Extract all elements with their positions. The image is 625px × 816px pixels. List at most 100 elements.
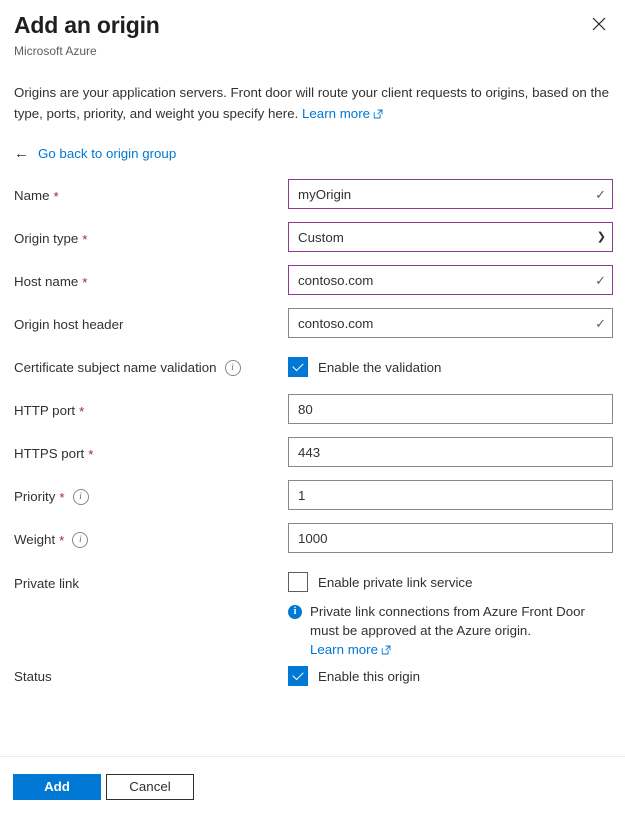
status-checkbox[interactable] — [288, 666, 308, 686]
required-asterisk: * — [79, 405, 84, 418]
info-icon[interactable]: i — [225, 360, 241, 376]
page-title: Add an origin — [14, 10, 611, 40]
required-asterisk: * — [88, 448, 93, 461]
form-row-https-port: HTTPS port * 443 — [14, 437, 611, 480]
label-name: Name * — [14, 179, 288, 204]
form-row-http-port: HTTP port * 80 — [14, 394, 611, 437]
label-origin-host-header: Origin host header — [14, 308, 288, 333]
field-https-port: 443 — [288, 437, 613, 467]
required-asterisk: * — [82, 276, 87, 289]
label-host-name-text: Host name — [14, 273, 78, 290]
field-origin-host-header: contoso.com ✓ — [288, 308, 613, 338]
private-link-note-body: Private link connections from Azure Fron… — [310, 602, 611, 660]
add-button[interactable]: Add — [13, 774, 101, 800]
private-link-checkbox-row[interactable]: Enable private link service — [288, 566, 611, 592]
origin-type-value: Custom — [298, 230, 591, 245]
info-filled-icon: i — [288, 605, 302, 619]
private-link-note-text: Private link connections from Azure Fron… — [310, 604, 585, 638]
required-asterisk: * — [53, 190, 58, 203]
external-link-icon — [381, 641, 391, 660]
name-input-value: myOrigin — [298, 187, 589, 202]
host-name-input[interactable]: contoso.com ✓ — [288, 265, 613, 295]
origin-type-select[interactable]: Custom ❯ — [288, 222, 613, 252]
info-icon[interactable]: i — [73, 489, 89, 505]
origin-form: Name * myOrigin ✓ Origin type * Custom ❯… — [0, 163, 625, 703]
priority-input-value: 1 — [298, 488, 606, 503]
form-row-cert-validation: Certificate subject name validation i En… — [14, 351, 611, 394]
label-name-text: Name — [14, 187, 49, 204]
label-origin-host-header-text: Origin host header — [14, 316, 123, 333]
origin-host-header-input[interactable]: contoso.com ✓ — [288, 308, 613, 338]
panel-description: Origins are your application servers. Fr… — [0, 60, 625, 125]
form-row-weight: Weight * i 1000 — [14, 523, 611, 566]
panel-footer: Add Cancel — [0, 756, 625, 816]
chevron-down-icon: ❯ — [591, 232, 606, 243]
form-row-origin-type: Origin type * Custom ❯ — [14, 222, 611, 265]
required-asterisk: * — [82, 233, 87, 246]
cancel-button[interactable]: Cancel — [106, 774, 194, 800]
form-row-origin-host-header: Origin host header contoso.com ✓ — [14, 308, 611, 351]
cert-validation-checkbox[interactable] — [288, 357, 308, 377]
checkmark-icon: ✓ — [589, 317, 606, 330]
external-link-icon — [373, 104, 383, 125]
weight-input[interactable]: 1000 — [288, 523, 613, 553]
required-asterisk: * — [59, 534, 64, 547]
http-port-input[interactable]: 80 — [288, 394, 613, 424]
label-origin-type: Origin type * — [14, 222, 288, 247]
label-http-port: HTTP port * — [14, 394, 288, 419]
https-port-input-value: 443 — [298, 445, 606, 460]
http-port-input-value: 80 — [298, 402, 606, 417]
close-button[interactable] — [583, 8, 615, 40]
label-private-link: Private link — [14, 566, 288, 592]
label-priority-text: Priority — [14, 488, 55, 505]
label-status-text: Status — [14, 668, 52, 685]
label-http-port-text: HTTP port — [14, 402, 75, 419]
form-row-host-name: Host name * contoso.com ✓ — [14, 265, 611, 308]
field-name: myOrigin ✓ — [288, 179, 613, 209]
learn-more-link[interactable]: Learn more — [302, 106, 383, 121]
https-port-input[interactable]: 443 — [288, 437, 613, 467]
form-row-name: Name * myOrigin ✓ — [14, 179, 611, 222]
private-link-learn-more-link[interactable]: Learn more — [310, 642, 391, 657]
info-icon[interactable]: i — [72, 532, 88, 548]
label-cert-validation-text: Certificate subject name validation — [14, 359, 217, 376]
status-checkbox-label[interactable]: Enable this origin — [318, 669, 420, 684]
checkmark-icon: ✓ — [589, 188, 606, 201]
back-link-label: Go back to origin group — [38, 146, 176, 161]
cert-validation-checkbox-label[interactable]: Enable the validation — [318, 360, 441, 375]
host-name-input-value: contoso.com — [298, 273, 589, 288]
label-origin-type-text: Origin type — [14, 230, 78, 247]
field-origin-type: Custom ❯ — [288, 222, 613, 252]
priority-input[interactable]: 1 — [288, 480, 613, 510]
weight-input-value: 1000 — [298, 531, 606, 546]
checkmark-icon: ✓ — [589, 274, 606, 287]
form-row-priority: Priority * i 1 — [14, 480, 611, 523]
field-private-link: Enable private link service i Private li… — [288, 566, 611, 660]
arrow-left-icon: ← — [14, 146, 29, 161]
form-row-private-link: Private link Enable private link service… — [14, 566, 611, 660]
name-input[interactable]: myOrigin ✓ — [288, 179, 613, 209]
required-asterisk: * — [59, 491, 64, 504]
private-link-checkbox[interactable] — [288, 572, 308, 592]
panel-header: Add an origin Microsoft Azure — [0, 0, 625, 60]
label-status: Status — [14, 660, 288, 685]
panel-subtitle: Microsoft Azure — [14, 42, 611, 60]
field-cert-validation: Enable the validation — [288, 351, 611, 377]
field-priority: 1 — [288, 480, 613, 510]
private-link-checkbox-label[interactable]: Enable private link service — [318, 575, 472, 590]
label-host-name: Host name * — [14, 265, 288, 290]
close-icon — [592, 17, 606, 31]
go-back-to-origin-group-link[interactable]: ← Go back to origin group — [14, 146, 176, 161]
origin-host-header-input-value: contoso.com — [298, 316, 589, 331]
status-checkbox-row[interactable]: Enable this origin — [288, 660, 611, 686]
label-cert-validation: Certificate subject name validation i — [14, 351, 288, 376]
label-priority: Priority * i — [14, 480, 288, 505]
field-host-name: contoso.com ✓ — [288, 265, 613, 295]
label-weight-text: Weight — [14, 531, 55, 548]
private-link-note: i Private link connections from Azure Fr… — [288, 602, 611, 660]
field-weight: 1000 — [288, 523, 613, 553]
form-row-status: Status Enable this origin — [14, 660, 611, 703]
cert-validation-checkbox-row[interactable]: Enable the validation — [288, 351, 611, 377]
label-weight: Weight * i — [14, 523, 288, 548]
label-private-link-text: Private link — [14, 575, 79, 592]
